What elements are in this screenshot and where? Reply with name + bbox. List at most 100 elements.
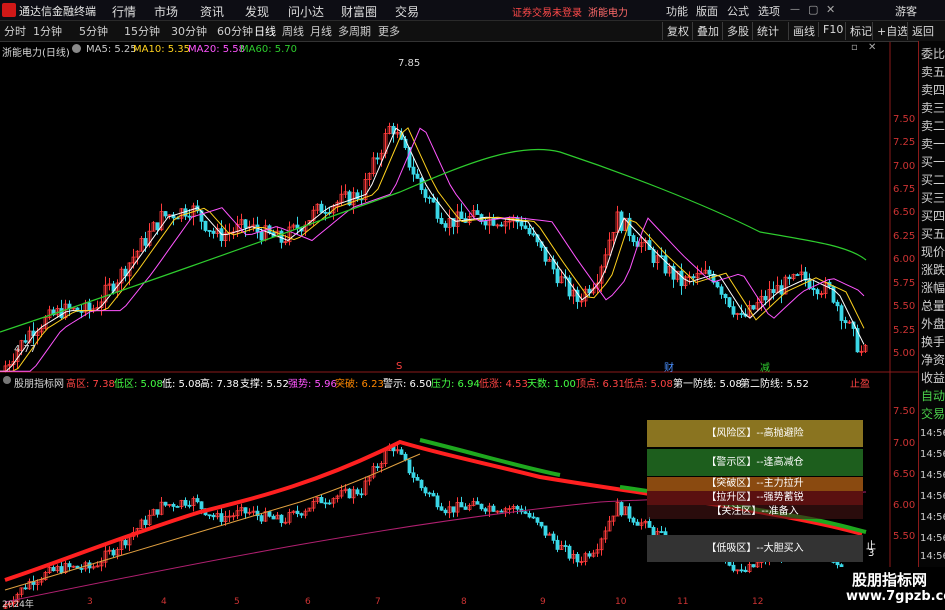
candle-body	[143, 238, 148, 246]
menu-item-ask[interactable]: 问小达	[288, 3, 324, 20]
candle-body	[319, 203, 324, 213]
trade-tab[interactable]: 交易	[921, 405, 945, 422]
quote-side-panel: 委比 卖五 卖四 卖三 卖二 卖一 买一 买二 买三 买四 买五 现价 涨跌 涨…	[918, 41, 945, 609]
menu-item-news[interactable]: 资讯	[200, 3, 224, 20]
low-price-label: 4.77	[14, 344, 37, 355]
maximize-icon[interactable]: ▢	[808, 3, 818, 16]
candle-body	[399, 449, 404, 455]
candle-body	[815, 289, 820, 295]
candle-body	[787, 276, 792, 280]
toolbar-overlay-button[interactable]: 叠加	[692, 22, 723, 40]
candle-body	[635, 521, 640, 526]
minimize-icon[interactable]: —	[790, 4, 800, 15]
period-tab-1min[interactable]: 1分钟	[33, 23, 62, 39]
candle-body	[459, 502, 464, 508]
panel-label: 卖二	[921, 119, 945, 133]
period-tab-5min[interactable]: 5分钟	[79, 23, 108, 39]
candle-body	[491, 505, 496, 512]
chart-close-icon[interactable]: ✕	[868, 42, 876, 53]
main-chart-title[interactable]: 浙能电力(日线)	[2, 44, 70, 59]
x-label: 4	[161, 597, 167, 607]
candle-body	[443, 223, 448, 228]
panel-label: 收益	[921, 371, 945, 385]
indicator-value: 第一防线: 5.08	[673, 379, 742, 390]
menu-item-wealth[interactable]: 财富圈	[341, 3, 377, 20]
period-tab-tick[interactable]: 分时	[4, 23, 26, 39]
candle-body	[839, 305, 844, 321]
candle-body	[87, 302, 92, 312]
period-tab-day[interactable]: 日线	[254, 23, 276, 39]
toolbar-multi-stock-button[interactable]: 多股	[722, 22, 753, 40]
indicator-name[interactable]: 股朋指标网	[14, 375, 64, 390]
panel-label: 换手	[921, 335, 945, 349]
candle-body	[771, 289, 776, 294]
panel-label: 总量	[921, 299, 945, 313]
panel-label: 买三	[921, 191, 945, 205]
reduce-marker-icon[interactable]: 减	[760, 359, 770, 374]
candle-body	[419, 177, 424, 191]
indicator-value: 强势: 5.96	[288, 379, 337, 390]
menu-item-market[interactable]: 市场	[154, 3, 178, 20]
period-tab-60min[interactable]: 60分钟	[217, 23, 253, 39]
chart-collapse-icon[interactable]: ▫	[851, 42, 858, 53]
candle-body	[419, 479, 424, 489]
candle-body	[811, 288, 816, 291]
candle-body	[843, 320, 848, 324]
candle-body	[259, 515, 264, 522]
candle-body	[479, 503, 484, 510]
candle-body	[427, 197, 432, 199]
login-warning[interactable]: 证券交易未登录	[512, 4, 582, 19]
menu-item-quotes[interactable]: 行情	[112, 3, 136, 20]
y-tick: 5.25	[893, 325, 916, 336]
candle-body	[475, 210, 480, 215]
indicator-value: 低涨: 4.53	[479, 379, 528, 390]
candle-body	[375, 466, 380, 469]
period-tab-multi[interactable]: 多周期	[338, 23, 371, 39]
settings-gear-icon[interactable]	[72, 44, 81, 53]
candle-body	[207, 514, 212, 517]
auto-trade-tab[interactable]: 自动	[921, 387, 945, 404]
period-tab-week[interactable]: 周线	[282, 23, 304, 39]
close-icon[interactable]: ✕	[826, 3, 835, 16]
candle-body	[751, 305, 756, 310]
toolbar-back-button[interactable]: 返回	[907, 22, 934, 40]
menu-item-options[interactable]: 选项	[758, 3, 780, 19]
indicator-value: 天数: 1.00	[527, 379, 576, 390]
zone-low-buy: 【低吸区】--大胆买入	[647, 535, 863, 562]
guest-label[interactable]: 游客	[895, 3, 917, 19]
indicator-gear-icon[interactable]	[3, 376, 11, 384]
candle-body	[163, 501, 168, 506]
y-tick: 5.75	[893, 278, 916, 289]
kline-chart-area[interactable]	[0, 42, 918, 609]
period-tab-month[interactable]: 月线	[310, 23, 332, 39]
watermark-line1: 股朋指标网	[852, 571, 928, 589]
menu-item-function[interactable]: 功能	[666, 3, 688, 19]
candle-body	[715, 281, 720, 288]
candle-body	[79, 311, 84, 313]
toolbar-restore-rights-button[interactable]: 复权	[662, 22, 693, 40]
indicator-value: 压力: 6.94	[431, 379, 480, 390]
candle-body	[515, 506, 520, 510]
signal-marker-s[interactable]: S	[396, 361, 402, 372]
toolbar-stats-button[interactable]: 统计	[752, 22, 783, 40]
indicator-value: 低: 5.08	[162, 379, 201, 390]
ma60-line	[0, 148, 867, 333]
period-tab-30min[interactable]: 30分钟	[171, 23, 207, 39]
menu-item-formula[interactable]: 公式	[727, 3, 749, 19]
candle-body	[751, 564, 756, 568]
finance-marker-icon[interactable]: 财	[664, 359, 674, 374]
panel-label: 净资	[921, 353, 945, 367]
candle-body	[267, 511, 272, 517]
y-tick: 6.25	[893, 231, 916, 242]
site-watermark: 股朋指标网 www.7gpzb.com	[838, 567, 945, 609]
toolbar-draw-button[interactable]: 画线	[788, 22, 819, 40]
menu-item-discover[interactable]: 发现	[245, 3, 269, 20]
candle-body	[551, 533, 556, 541]
period-tab-15min[interactable]: 15分钟	[124, 23, 160, 39]
menu-item-trade[interactable]: 交易	[395, 3, 419, 20]
candle-body	[319, 497, 324, 504]
toolbar-f10-button[interactable]: F10	[818, 22, 847, 37]
menu-item-layout[interactable]: 版面	[696, 3, 718, 19]
candle-body	[483, 220, 488, 226]
period-tab-more[interactable]: 更多	[378, 23, 400, 39]
